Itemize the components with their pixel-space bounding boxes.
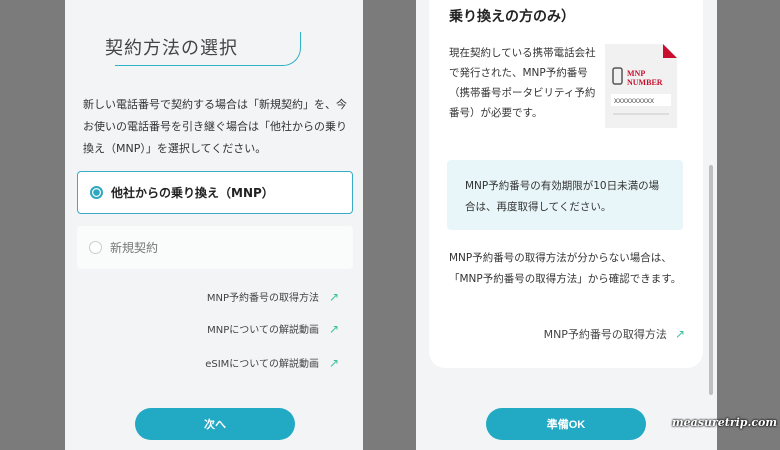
- external-arrow-icon: ↗: [329, 321, 340, 336]
- external-arrow-icon: ↗: [329, 289, 340, 304]
- card-heading: 乗り換えの方のみ）: [449, 9, 575, 25]
- link-esim-video-label: eSIMについての解説動画: [205, 359, 319, 370]
- link-mnp-howto[interactable]: MNP予約番号の取得方法 ↗: [65, 289, 341, 305]
- mnp-info-card: 乗り換えの方のみ） 現在契約している携帯電話会社で発行された、MNP予約番号（携…: [429, 0, 703, 368]
- page-title: 契約方法の選択: [105, 38, 238, 59]
- doc-placeholder: XXXXXXXXXX: [614, 99, 654, 105]
- link-mnp-video-label: MNPについての解説動画: [207, 325, 319, 336]
- external-arrow-icon: ↗: [674, 327, 685, 341]
- ready-ok-button[interactable]: 準備OK: [486, 408, 646, 440]
- mnp-info-screen: 乗り換えの方のみ） 現在契約している携帯電話会社で発行された、MNP予約番号（携…: [416, 0, 717, 450]
- option-mnp-label: 他社からの乗り換え（MNP）: [111, 186, 274, 200]
- link-mnp-howto-right[interactable]: MNP予約番号の取得方法 ↗: [544, 326, 685, 342]
- option-new-contract[interactable]: 新規契約: [77, 226, 353, 269]
- card-body-text: 現在契約している携帯電話会社で発行された、MNP予約番号（携帯番号ポータビリティ…: [449, 47, 596, 119]
- link-mnp-howto-label: MNP予約番号の取得方法: [206, 293, 319, 304]
- intro-text: 新しい電話番号で契約する場合は「新規契約」を、今お使いの電話番号を引き継ぐ場合は…: [83, 98, 347, 155]
- link-mnp-howto-right-label: MNP予約番号の取得方法: [543, 328, 667, 341]
- link-mnp-video[interactable]: MNPについての解説動画 ↗: [65, 321, 341, 337]
- radio-selected-icon[interactable]: [90, 186, 103, 199]
- doc-label-number: NUMBER: [627, 78, 663, 87]
- option-new-contract-label: 新規契約: [110, 241, 159, 255]
- page-title-block: 契約方法の選択: [105, 24, 325, 66]
- expiry-notice-text: MNP予約番号の有効期限が10日未満の場合は、再度取得してください。: [465, 180, 660, 213]
- expiry-notice: MNP予約番号の有効期限が10日未満の場合は、再度取得してください。: [447, 160, 683, 230]
- doc-label-mnp: MNP: [627, 69, 645, 78]
- scrollbar[interactable]: [709, 165, 713, 395]
- contract-method-screen: 契約方法の選択 新しい電話番号で契約する場合は「新規契約」を、今お使いの電話番号…: [65, 0, 363, 450]
- link-esim-video[interactable]: eSIMについての解説動画 ↗: [65, 355, 341, 371]
- external-arrow-icon: ↗: [329, 355, 340, 370]
- next-button[interactable]: 次へ: [135, 408, 295, 440]
- site-watermark: measuretrip.com: [672, 416, 777, 429]
- mnp-document-image: MNP NUMBER XXXXXXXXXX: [605, 44, 677, 128]
- option-mnp[interactable]: 他社からの乗り換え（MNP）: [77, 171, 353, 214]
- radio-unselected-icon[interactable]: [89, 241, 102, 254]
- howto-text: MNP予約番号の取得方法が分からない場合は、「MNP予約番号の取得方法」から確認…: [449, 252, 682, 285]
